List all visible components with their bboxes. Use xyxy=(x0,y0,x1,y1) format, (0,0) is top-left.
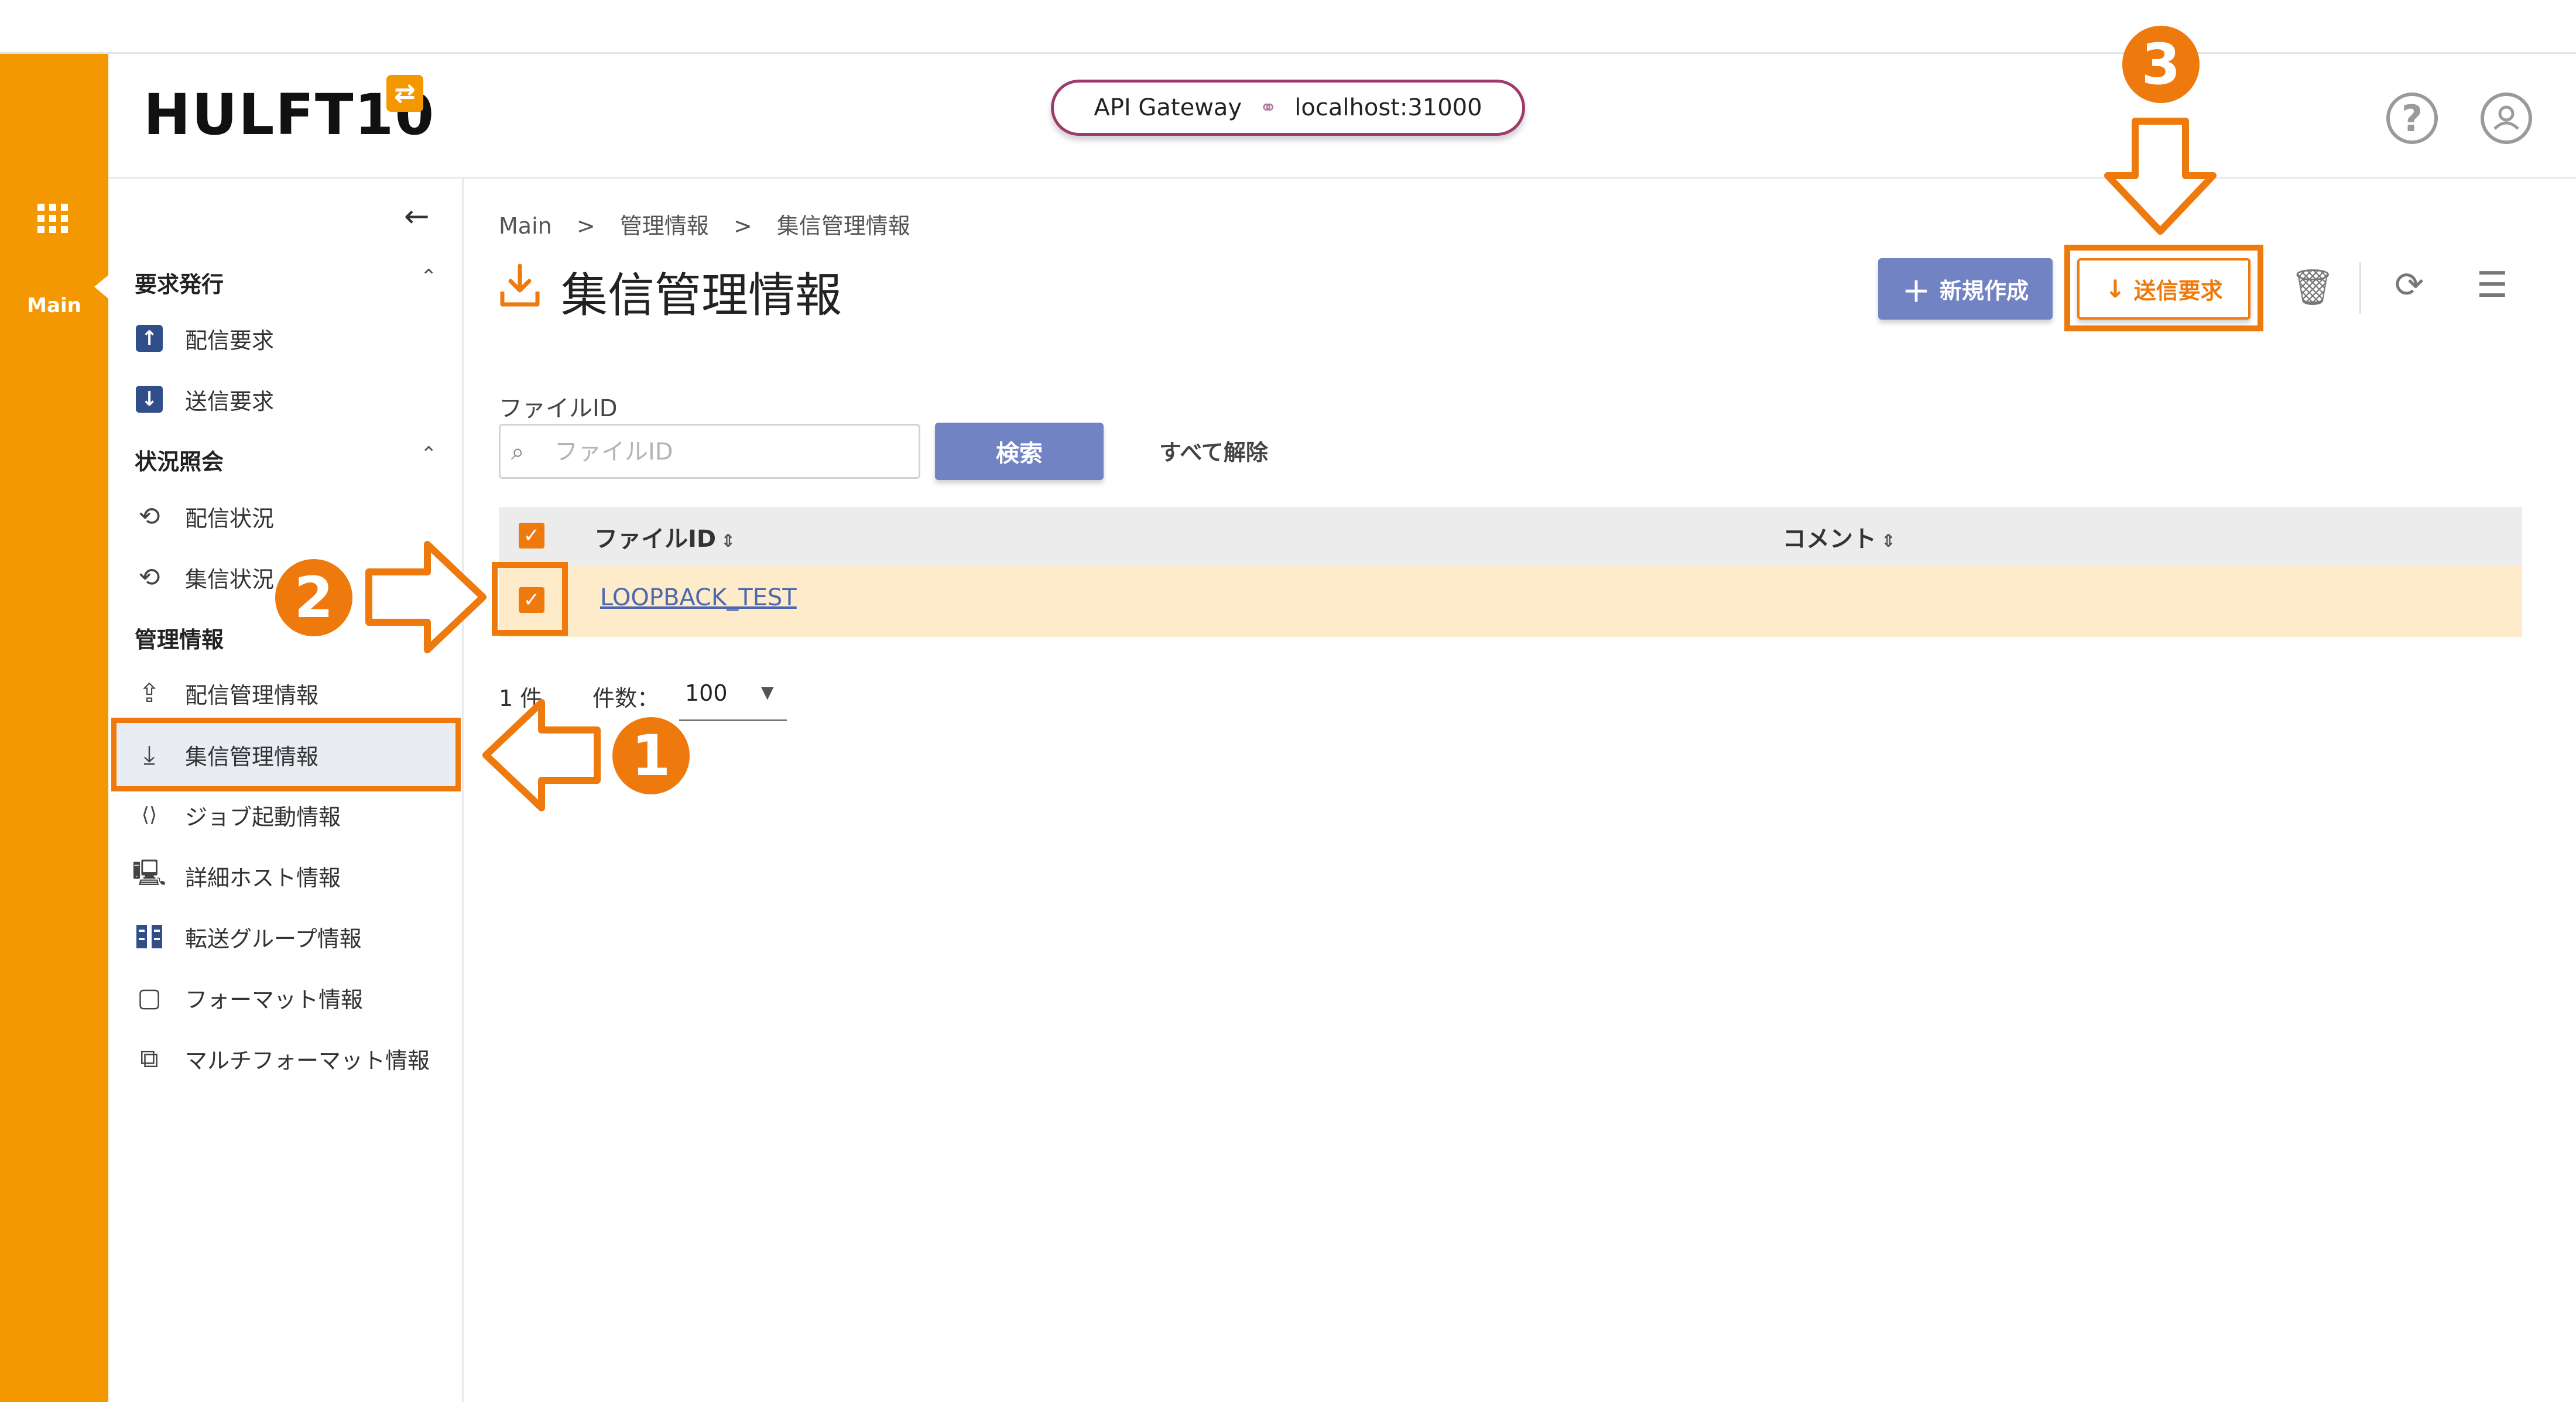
per-page-value: 100 xyxy=(685,680,728,706)
callout-badge-3: 3 xyxy=(2122,26,2200,103)
user-circle-icon[interactable] xyxy=(2481,92,2532,144)
help-circle-icon[interactable]: ? xyxy=(2386,92,2438,144)
download-tray-icon: ⤓ xyxy=(143,739,155,770)
note-icon: ▢ xyxy=(137,982,162,1013)
new-button[interactable]: ＋ 新規作成 xyxy=(1878,258,2053,320)
sidebar-item-multi-format[interactable]: ⧉ マルチフォーマット情報 xyxy=(135,1035,430,1082)
history-up-icon: ⟲ xyxy=(138,501,160,532)
chevron-up-icon[interactable]: ⌃ xyxy=(420,443,437,466)
link-icon: ⚭ xyxy=(1259,95,1277,120)
page-title: 集信管理情報 xyxy=(561,268,842,323)
sidebar-item-send-mgmt[interactable]: ⇪ 配信管理情報 xyxy=(135,670,318,717)
search-icon: ⌕ xyxy=(511,438,525,465)
download-tray-icon xyxy=(499,262,541,309)
sidebar-item-label: ジョブ起動情報 xyxy=(185,804,341,830)
file-id-link[interactable]: LOOPBACK_TEST xyxy=(600,584,797,611)
sidebar-item-label: マルチフォーマット情報 xyxy=(185,1047,430,1074)
column-header-file-id[interactable]: ファイルID ⇕ xyxy=(594,520,735,554)
section-status: 状況照会 xyxy=(135,449,224,475)
rail-main-label[interactable]: Main xyxy=(0,294,108,317)
gateway-label: API Gateway xyxy=(1094,94,1242,121)
column-header-comment[interactable]: コメント ⇕ xyxy=(1783,520,1896,554)
logo-transfer-icon: ⇄ xyxy=(386,75,423,112)
toolbar-divider xyxy=(2359,262,2361,314)
api-gateway-pill[interactable]: API Gateway ⚭ localhost:31000 xyxy=(1051,80,1525,136)
send-request-label: 送信要求 xyxy=(2133,278,2223,304)
callout-arrow-right-icon xyxy=(365,541,487,653)
sidebar-item-label: 配信管理情報 xyxy=(185,682,319,708)
computer-icon: 🖳 xyxy=(132,858,167,888)
gateway-host: localhost:31000 xyxy=(1294,94,1482,121)
table-row[interactable] xyxy=(499,565,2522,637)
sidebar-item-label: 集信管理情報 xyxy=(185,743,319,770)
sidebar-item-receive-request[interactable]: ↓ 送信要求 xyxy=(135,376,274,423)
select-all-checkbox[interactable]: ✓ xyxy=(519,523,544,549)
send-request-button[interactable]: ↓ 送信要求 xyxy=(2077,258,2250,320)
sidebar-item-receive-status[interactable]: ⟲ 集信状況 xyxy=(135,554,274,601)
filter-label: ファイルID xyxy=(499,395,618,422)
clear-all-button[interactable]: すべて解除 xyxy=(1159,434,1268,467)
arrow-left-icon[interactable]: ← xyxy=(404,199,430,234)
callout-arrow-left-icon xyxy=(482,699,601,811)
row-checkbox[interactable]: ✓ xyxy=(519,587,544,613)
rail-active-notch xyxy=(94,275,108,299)
sidebar-item-label: 詳細ホスト情報 xyxy=(185,865,341,891)
column-label: ファイルID xyxy=(594,526,717,553)
sidebar-item-receive-mgmt[interactable]: ⤓ 集信管理情報 xyxy=(135,731,318,778)
sort-icon: ⇕ xyxy=(1881,531,1896,551)
caret-down-icon: ▼ xyxy=(761,683,774,702)
apps-grid-icon[interactable] xyxy=(37,204,70,233)
callout-badge-1: 1 xyxy=(612,717,690,794)
breadcrumb-current: 集信管理情報 xyxy=(776,213,910,239)
copy-icon: ⧉ xyxy=(140,1043,159,1074)
app-rail: Main xyxy=(0,54,108,1402)
sidebar-item-format[interactable]: ▢ フォーマット情報 xyxy=(135,974,363,1021)
sidebar-item-label: 集信状況 xyxy=(185,566,275,592)
download-square-icon: ↓ xyxy=(136,386,163,413)
sidebar-item-label: 配信状況 xyxy=(185,505,275,532)
tune-icon[interactable]: ☰ xyxy=(2476,265,2508,306)
breadcrumb-main[interactable]: Main xyxy=(499,213,552,239)
sort-icon: ⇕ xyxy=(721,531,736,551)
sidebar-item-label: フォーマット情報 xyxy=(185,986,364,1013)
upload-tray-icon: ⇪ xyxy=(138,678,160,708)
callout-arrow-down-icon xyxy=(2104,118,2217,235)
refresh-icon[interactable]: ⟳ xyxy=(2395,265,2424,306)
breadcrumb: Main > 管理情報 > 集信管理情報 xyxy=(499,208,928,240)
new-button-label: 新規作成 xyxy=(1940,278,2029,304)
column-label: コメント xyxy=(1783,526,1876,553)
sidebar-item-send-request[interactable]: ↑ 配信要求 xyxy=(135,315,274,362)
sidebar-item-send-status[interactable]: ⟲ 配信状況 xyxy=(135,493,274,540)
code-box-icon: ⟨⟩ xyxy=(141,803,157,827)
upload-square-icon: ↑ xyxy=(136,325,163,352)
sidebar-item-label: 送信要求 xyxy=(185,388,275,414)
table-header xyxy=(499,507,2522,565)
chevron-up-icon[interactable]: ⌃ xyxy=(420,265,437,289)
breadcrumb-management[interactable]: 管理情報 xyxy=(620,213,709,239)
breadcrumb-separator: > xyxy=(733,213,752,239)
breadcrumb-separator: > xyxy=(576,213,595,239)
trash-icon[interactable]: 🗑 xyxy=(2290,266,2335,308)
sidebar-item-job-start[interactable]: ⟨⟩ ジョブ起動情報 xyxy=(135,791,341,838)
history-down-icon: ⟲ xyxy=(138,562,160,592)
callout-badge-2: 2 xyxy=(275,559,352,636)
sidebar-item-transfer-group[interactable]: 転送グループ情報 xyxy=(135,913,362,960)
search-button[interactable]: 検索 xyxy=(935,423,1104,480)
sidebar-item-label: 転送グループ情報 xyxy=(185,925,362,952)
section-management: 管理情報 xyxy=(135,627,224,653)
file-id-search-field[interactable]: ⌕ xyxy=(499,424,920,479)
per-page-select[interactable]: 100 ▼ xyxy=(679,672,787,721)
section-request: 要求発行 xyxy=(135,272,224,297)
plus-icon: ＋ xyxy=(1902,275,1930,308)
sidebar-item-host-detail[interactable]: 🖳 詳細ホスト情報 xyxy=(132,852,341,899)
arrow-down-icon: ↓ xyxy=(2105,275,2126,303)
sidebar-item-label: 配信要求 xyxy=(185,327,275,354)
file-id-input[interactable] xyxy=(553,433,907,471)
server-group-icon xyxy=(135,922,164,951)
